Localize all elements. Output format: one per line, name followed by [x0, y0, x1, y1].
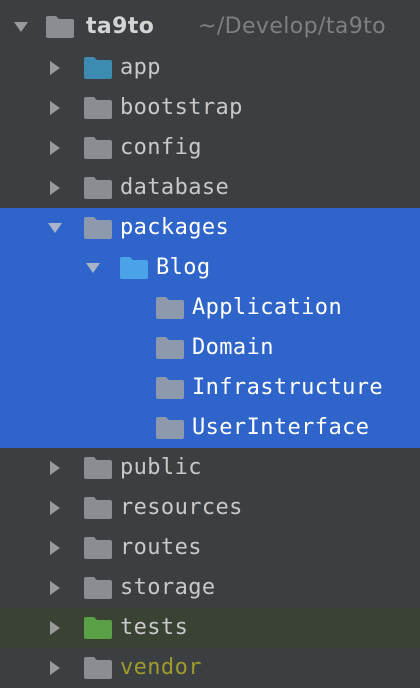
tree-item-label: public	[120, 455, 202, 480]
tree-item-label: Blog	[156, 255, 211, 280]
tree-item-label: routes	[120, 535, 202, 560]
tree-row-config[interactable]: config	[0, 128, 420, 168]
project-path: ~/Develop/ta9to	[198, 14, 387, 39]
chevron-right-icon[interactable]	[46, 528, 64, 568]
project-name: ta9to	[86, 14, 155, 39]
folder-icon	[84, 657, 112, 679]
tree-item-label: Infrastructure	[192, 375, 384, 400]
tree-item-label: config	[120, 135, 202, 160]
tree-row-packages[interactable]: packages	[0, 208, 420, 248]
tree-row-routes[interactable]: routes	[0, 528, 420, 568]
tree-item-label: resources	[120, 495, 243, 520]
folder-icon	[84, 537, 112, 559]
tree-item-label: database	[120, 175, 230, 200]
tree-row-project-root[interactable]: ta9to ~/Develop/ta9to	[0, 7, 420, 47]
chevron-right-icon[interactable]	[46, 168, 64, 208]
folder-icon	[84, 457, 112, 479]
folder-icon	[84, 137, 112, 159]
chevron-down-icon[interactable]	[84, 248, 102, 288]
folder-source-icon	[84, 57, 112, 79]
tree-row-app[interactable]: app	[0, 48, 420, 88]
chevron-right-icon[interactable]	[46, 448, 64, 488]
tree-item-label: storage	[120, 575, 216, 600]
tree-item-label: app	[120, 55, 161, 80]
chevron-right-icon[interactable]	[46, 568, 64, 608]
folder-icon	[84, 217, 112, 239]
tree-item-label: packages	[120, 215, 230, 240]
folder-package-icon	[120, 257, 148, 279]
folder-icon	[84, 497, 112, 519]
chevron-right-icon[interactable]	[46, 48, 64, 88]
chevron-right-icon[interactable]	[46, 88, 64, 128]
tree-row-bootstrap[interactable]: bootstrap	[0, 88, 420, 128]
tree-row-database[interactable]: database	[0, 168, 420, 208]
folder-icon	[84, 177, 112, 199]
tree-item-label: Application	[192, 295, 343, 320]
tree-row-blog[interactable]: Blog	[0, 248, 420, 288]
tree-item-label: UserInterface	[192, 415, 370, 440]
folder-icon	[46, 16, 74, 38]
folder-icon	[156, 417, 184, 439]
tree-row-domain[interactable]: Domain	[0, 328, 420, 368]
chevron-right-icon[interactable]	[46, 128, 64, 168]
tree-row-tests[interactable]: tests	[0, 608, 420, 648]
chevron-down-icon[interactable]	[12, 7, 30, 47]
chevron-down-icon[interactable]	[46, 208, 64, 248]
tree-item-label: Domain	[192, 335, 274, 360]
tree-item-label: tests	[120, 615, 189, 640]
tree-row-resources[interactable]: resources	[0, 488, 420, 528]
tree-row-userinterface[interactable]: UserInterface	[0, 408, 420, 448]
chevron-right-icon[interactable]	[46, 648, 64, 688]
tree-row-infrastructure[interactable]: Infrastructure	[0, 368, 420, 408]
folder-icon	[156, 297, 184, 319]
folder-icon	[84, 577, 112, 599]
tree-row-application[interactable]: Application	[0, 288, 420, 328]
chevron-right-icon[interactable]	[46, 608, 64, 648]
tree-item-label: bootstrap	[120, 95, 243, 120]
tree-row-storage[interactable]: storage	[0, 568, 420, 608]
tree-item-label: vendor	[120, 655, 202, 680]
folder-test-icon	[84, 617, 112, 639]
folder-icon	[84, 97, 112, 119]
chevron-right-icon[interactable]	[46, 488, 64, 528]
tree-row-public[interactable]: public	[0, 448, 420, 488]
folder-icon	[156, 337, 184, 359]
tree-row-vendor[interactable]: vendor	[0, 648, 420, 688]
project-tree: ta9to ~/Develop/ta9to app bootstrap conf…	[0, 0, 420, 688]
folder-icon	[156, 377, 184, 399]
